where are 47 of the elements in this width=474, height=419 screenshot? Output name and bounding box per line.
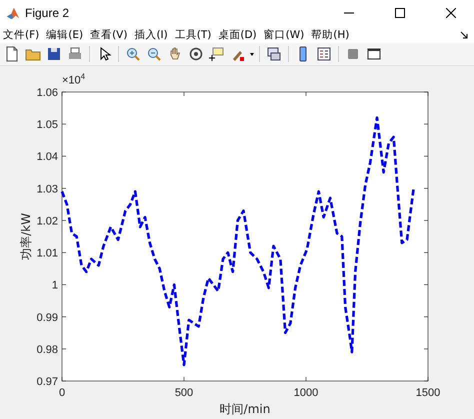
zoom-out-button[interactable] xyxy=(145,45,163,63)
data-cursor-button[interactable] xyxy=(208,45,226,63)
caret-icon[interactable] xyxy=(250,52,254,56)
printer-icon xyxy=(67,46,83,62)
x-axis-label: 时间/min xyxy=(220,402,270,416)
dock-arrow-icon[interactable] xyxy=(460,30,468,38)
menu-item[interactable]: 文件(F) xyxy=(3,28,40,42)
square-icon xyxy=(345,46,361,62)
menu-item[interactable]: 查看(V) xyxy=(90,28,128,42)
y-tick-label: 0.97 xyxy=(36,376,58,388)
linked-plot-button[interactable] xyxy=(265,45,283,63)
x-tick-label: 500 xyxy=(174,387,194,399)
window-icon xyxy=(366,46,382,62)
y-tick-label: 1.02 xyxy=(36,215,58,228)
close-icon xyxy=(446,8,456,18)
linked-plot-icon xyxy=(266,46,282,62)
menu-item[interactable]: 窗口(W) xyxy=(264,28,304,42)
x-tick-label: 1000 xyxy=(294,387,318,399)
y-tick-label: 1.01 xyxy=(36,248,58,260)
y-tick-label: 0.98 xyxy=(36,344,58,356)
save-icon xyxy=(46,46,62,62)
menu-item[interactable]: 工具(T) xyxy=(174,28,212,42)
legend-icon xyxy=(316,46,332,62)
y-tick-label: 1.03 xyxy=(36,183,58,196)
maximize-icon xyxy=(395,8,405,18)
zoom-in-icon xyxy=(125,46,141,62)
menu-item[interactable]: 帮助(H) xyxy=(311,28,350,42)
zoom-out-icon xyxy=(146,46,162,62)
menu-item[interactable]: 桌面(D) xyxy=(218,28,257,42)
y-tick-label: 1.06 xyxy=(36,87,58,99)
axis-exponent-label: ×10$^{4}$ xyxy=(62,72,86,87)
y-tick-label: 0.99 xyxy=(36,312,58,324)
data-cursor-icon xyxy=(209,46,225,62)
menu-item[interactable]: 插入(I) xyxy=(134,28,168,42)
menu-item[interactable]: 编辑(E) xyxy=(46,28,84,42)
y-tick-label: 1.04 xyxy=(36,151,58,164)
y-axis-label: 功率/kW xyxy=(19,213,33,260)
save-button[interactable] xyxy=(45,45,63,63)
y-tick-label: 1 xyxy=(52,280,58,292)
new-file-icon xyxy=(4,46,20,62)
x-tick-label: 1500 xyxy=(416,387,440,399)
x-tick-label: 0 xyxy=(58,387,66,399)
legend-button[interactable] xyxy=(315,45,333,63)
app-logo-icon xyxy=(6,6,20,20)
y-tick-label: 1.05 xyxy=(36,119,58,132)
zoom-in-button[interactable] xyxy=(124,45,142,63)
window-title: Figure 2 xyxy=(25,6,70,20)
